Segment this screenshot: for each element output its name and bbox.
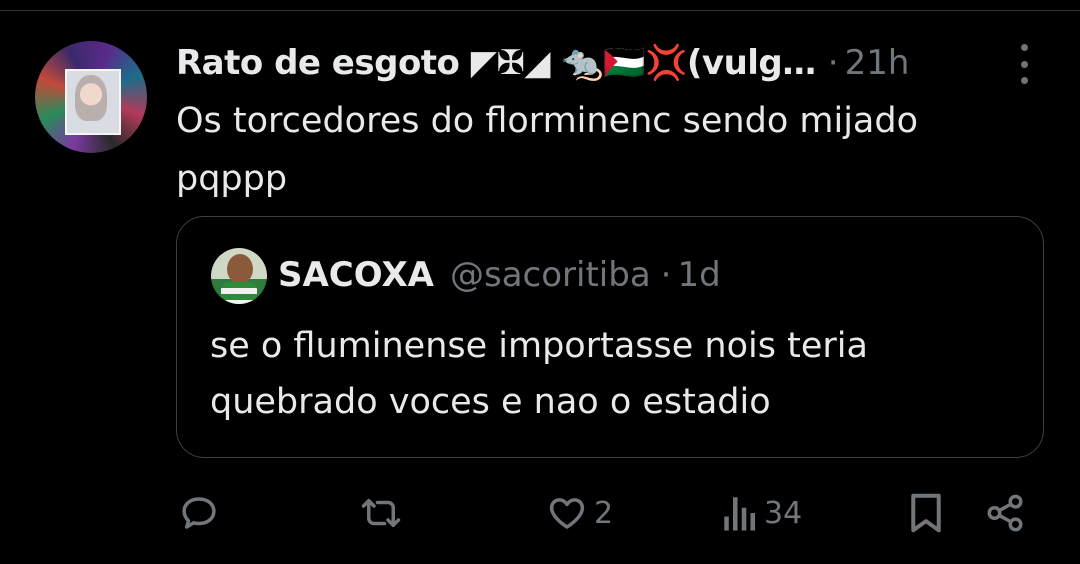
tweet-text-line: pqppp	[176, 159, 288, 199]
views-button[interactable]: 34	[722, 485, 802, 541]
tweet-text-line: Os torcedores do florminenc sendo mijado	[176, 101, 918, 141]
bookmark-button[interactable]	[906, 485, 946, 541]
top-divider	[0, 10, 1080, 11]
more-dot	[1020, 44, 1028, 51]
retweet-button[interactable]	[358, 485, 404, 541]
quote-timestamp[interactable]: 1d	[677, 255, 720, 295]
reply-icon	[182, 497, 216, 529]
author-name[interactable]: Rato de esgoto ◤✠◢ 🐀🇵🇸💢(vulg…	[176, 43, 816, 83]
quote-header: SACOXA @sacoritiba · 1d	[278, 250, 721, 300]
quote-handle[interactable]: @sacoritiba	[450, 255, 651, 295]
like-count: 2	[594, 495, 614, 531]
bookmark-icon	[911, 493, 941, 533]
views-icon	[724, 497, 756, 531]
more-icon[interactable]	[1013, 44, 1035, 84]
author-avatar[interactable]	[35, 41, 147, 153]
quote-text-line: quebrado voces e nao o estadio	[210, 382, 771, 422]
tweet-timestamp[interactable]: 21h	[845, 43, 910, 83]
views-count: 34	[764, 495, 803, 531]
quote-avatar[interactable]	[211, 248, 267, 304]
avatar-face	[75, 75, 107, 121]
more-dot	[1020, 77, 1028, 84]
quote-separator: ·	[660, 255, 672, 295]
tweet-header: Rato de esgoto ◤✠◢ 🐀🇵🇸💢(vulg… · 21h	[176, 40, 909, 86]
header-separator: ·	[827, 43, 839, 83]
tweet-text: Os torcedores do florminenc sendo mijado…	[176, 92, 1016, 208]
share-button[interactable]	[984, 485, 1026, 541]
action-bar: 2 34	[0, 485, 1080, 541]
share-icon	[987, 494, 1023, 532]
retweet-icon	[361, 499, 401, 527]
reply-button[interactable]	[178, 485, 220, 541]
more-dot	[1020, 60, 1028, 68]
like-button[interactable]: 2	[546, 485, 613, 541]
quote-avatar-head	[227, 254, 253, 284]
quote-author-name[interactable]: SACOXA	[278, 255, 434, 295]
heart-icon	[549, 498, 585, 529]
quote-avatar-shirt	[221, 282, 257, 304]
quote-text-line: se o fluminense importasse nois teria	[210, 326, 868, 366]
quote-text: se o fluminense importasse nois teria qu…	[210, 318, 1010, 430]
